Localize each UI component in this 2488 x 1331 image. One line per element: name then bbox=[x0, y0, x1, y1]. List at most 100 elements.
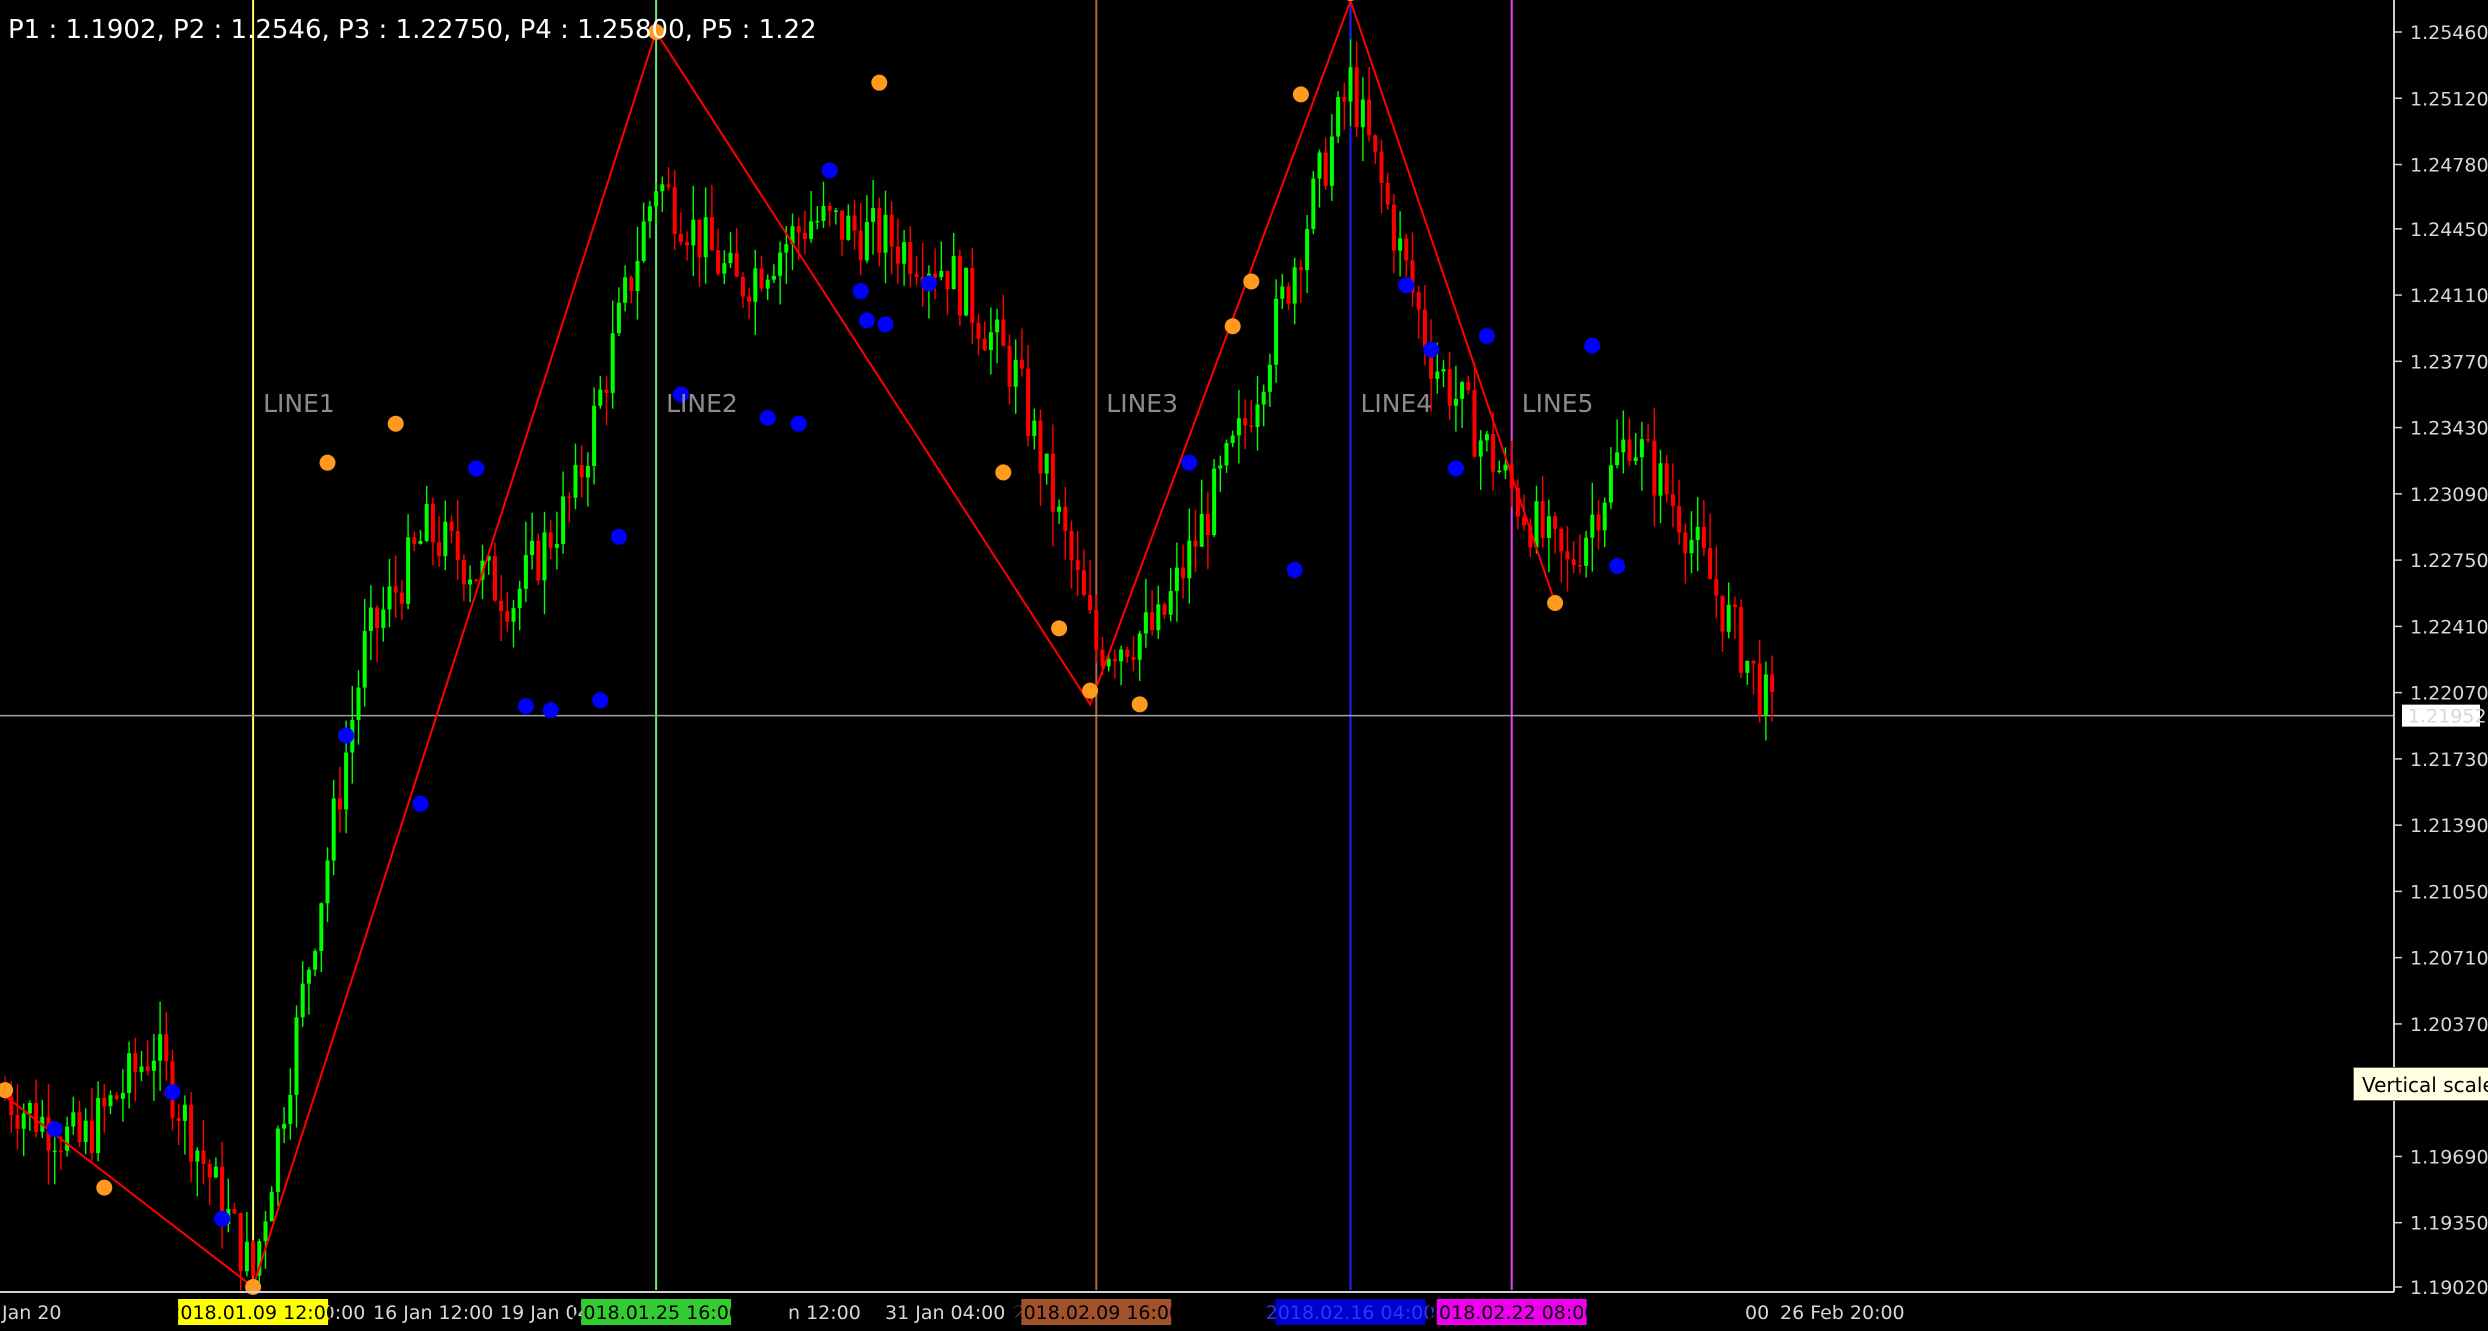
swing-low-marker bbox=[858, 312, 875, 329]
swing-high-marker bbox=[387, 415, 404, 432]
candle-body bbox=[58, 1150, 63, 1153]
candle-body bbox=[722, 263, 727, 274]
candle-body bbox=[1695, 526, 1700, 540]
candle-body bbox=[982, 338, 987, 351]
time-tick-label: 26 Feb 20:00 bbox=[1780, 1302, 1905, 1324]
candle-body bbox=[1292, 267, 1297, 304]
candle-body bbox=[654, 191, 659, 207]
candle-body bbox=[1013, 359, 1018, 387]
candle-body bbox=[964, 267, 969, 316]
candle-body bbox=[542, 532, 547, 581]
vertical-line-date-text: 2018.02.22 08:00 bbox=[1427, 1302, 1597, 1324]
swing-low-marker bbox=[852, 283, 869, 300]
vertical-line-name: LINE5 bbox=[1522, 389, 1594, 418]
time-tick-label: 31 Jan 04:00 bbox=[885, 1302, 1005, 1324]
candle-body bbox=[399, 592, 404, 604]
candle-body bbox=[771, 275, 776, 280]
candle-body bbox=[182, 1104, 187, 1121]
candle-body bbox=[151, 1060, 156, 1071]
swing-high-marker bbox=[96, 1179, 113, 1196]
candle-body bbox=[1038, 420, 1043, 474]
price-tick-label: 1.21730 bbox=[2410, 749, 2488, 771]
price-tick-label: 1.22750 bbox=[2410, 550, 2488, 572]
candle-body bbox=[1435, 371, 1440, 379]
swing-low-marker bbox=[1398, 277, 1415, 294]
candle-body bbox=[158, 1034, 163, 1061]
candle-body bbox=[201, 1150, 206, 1164]
candle-body bbox=[139, 1066, 144, 1072]
swing-low-marker bbox=[517, 698, 534, 715]
candle-body bbox=[1131, 656, 1136, 660]
candle-body bbox=[554, 543, 559, 548]
candle-body bbox=[34, 1103, 39, 1132]
candle-body bbox=[709, 217, 714, 251]
candle-body bbox=[796, 226, 801, 233]
candle-body bbox=[83, 1120, 88, 1142]
swing-low-marker bbox=[1584, 337, 1601, 354]
candle-body bbox=[728, 252, 733, 264]
candle-body bbox=[939, 270, 944, 278]
candle-body bbox=[114, 1095, 119, 1099]
candle-body bbox=[1553, 516, 1558, 529]
candle-body bbox=[164, 1034, 169, 1062]
candle-body bbox=[1571, 559, 1576, 565]
candle-body bbox=[77, 1112, 82, 1142]
candle-body bbox=[1323, 152, 1328, 186]
candle-body bbox=[1007, 345, 1012, 387]
candle-body bbox=[864, 221, 869, 261]
candle-body bbox=[1094, 610, 1099, 650]
candle-body bbox=[1726, 604, 1731, 632]
candle-body bbox=[325, 860, 330, 904]
candle-body bbox=[951, 255, 956, 290]
swing-low-marker bbox=[610, 528, 627, 545]
candle-body bbox=[1416, 292, 1421, 310]
candle-body bbox=[1311, 178, 1316, 230]
vertical-line-date-text: 2018.02.16 04:00 bbox=[1266, 1302, 1436, 1324]
swing-high-marker bbox=[871, 74, 888, 91]
candle-body bbox=[21, 1113, 26, 1129]
swing-low-marker bbox=[1609, 557, 1626, 574]
candle-body bbox=[238, 1213, 243, 1272]
price-chart[interactable]: 1.25460 1.25120 1.24780 1.24450 1.24110 1.237… bbox=[0, 0, 2488, 1331]
candle-body bbox=[1298, 267, 1303, 271]
candle-body bbox=[362, 631, 367, 688]
candle-body bbox=[306, 969, 311, 984]
candle-body bbox=[1112, 658, 1117, 662]
candle-body bbox=[561, 496, 566, 544]
price-tick-label: 1.24110 bbox=[2410, 285, 2488, 307]
candle-body bbox=[1342, 97, 1347, 102]
candle-body bbox=[1466, 382, 1471, 391]
candle-body bbox=[585, 465, 590, 478]
candle-body bbox=[1044, 453, 1049, 474]
candle-body bbox=[753, 268, 758, 302]
candle-body bbox=[1478, 440, 1483, 457]
candle-body bbox=[449, 521, 454, 532]
candle-body bbox=[412, 537, 417, 544]
price-tick-label: 1.21050 bbox=[2410, 881, 2488, 903]
candle-body bbox=[889, 214, 894, 247]
candle-body bbox=[1584, 537, 1589, 566]
candle-body bbox=[492, 556, 497, 601]
candle-body bbox=[1274, 298, 1279, 365]
candle-body bbox=[548, 532, 553, 548]
candle-body bbox=[232, 1208, 237, 1214]
candle-body bbox=[1193, 540, 1198, 547]
candle-body bbox=[1354, 67, 1359, 128]
candle-body bbox=[1484, 434, 1489, 441]
candle-body bbox=[1069, 530, 1074, 561]
candle-body bbox=[120, 1093, 125, 1099]
candle-body bbox=[1770, 674, 1775, 693]
candle-body bbox=[1596, 514, 1601, 531]
candle-body bbox=[27, 1103, 32, 1114]
candle-body bbox=[1001, 319, 1006, 346]
swing-low-marker bbox=[877, 316, 894, 333]
zigzag-line bbox=[4, 0, 1557, 1289]
candle-body bbox=[406, 537, 411, 604]
candle-body bbox=[1460, 382, 1465, 399]
candle-body bbox=[1367, 99, 1372, 136]
candle-body bbox=[536, 540, 541, 581]
candle-body bbox=[871, 208, 876, 222]
candle-body bbox=[1590, 514, 1595, 538]
price-tick-label: 1.22410 bbox=[2410, 616, 2488, 638]
chart-window[interactable]: 1.25460 1.25120 1.24780 1.24450 1.24110 1.237… bbox=[0, 0, 2488, 1331]
